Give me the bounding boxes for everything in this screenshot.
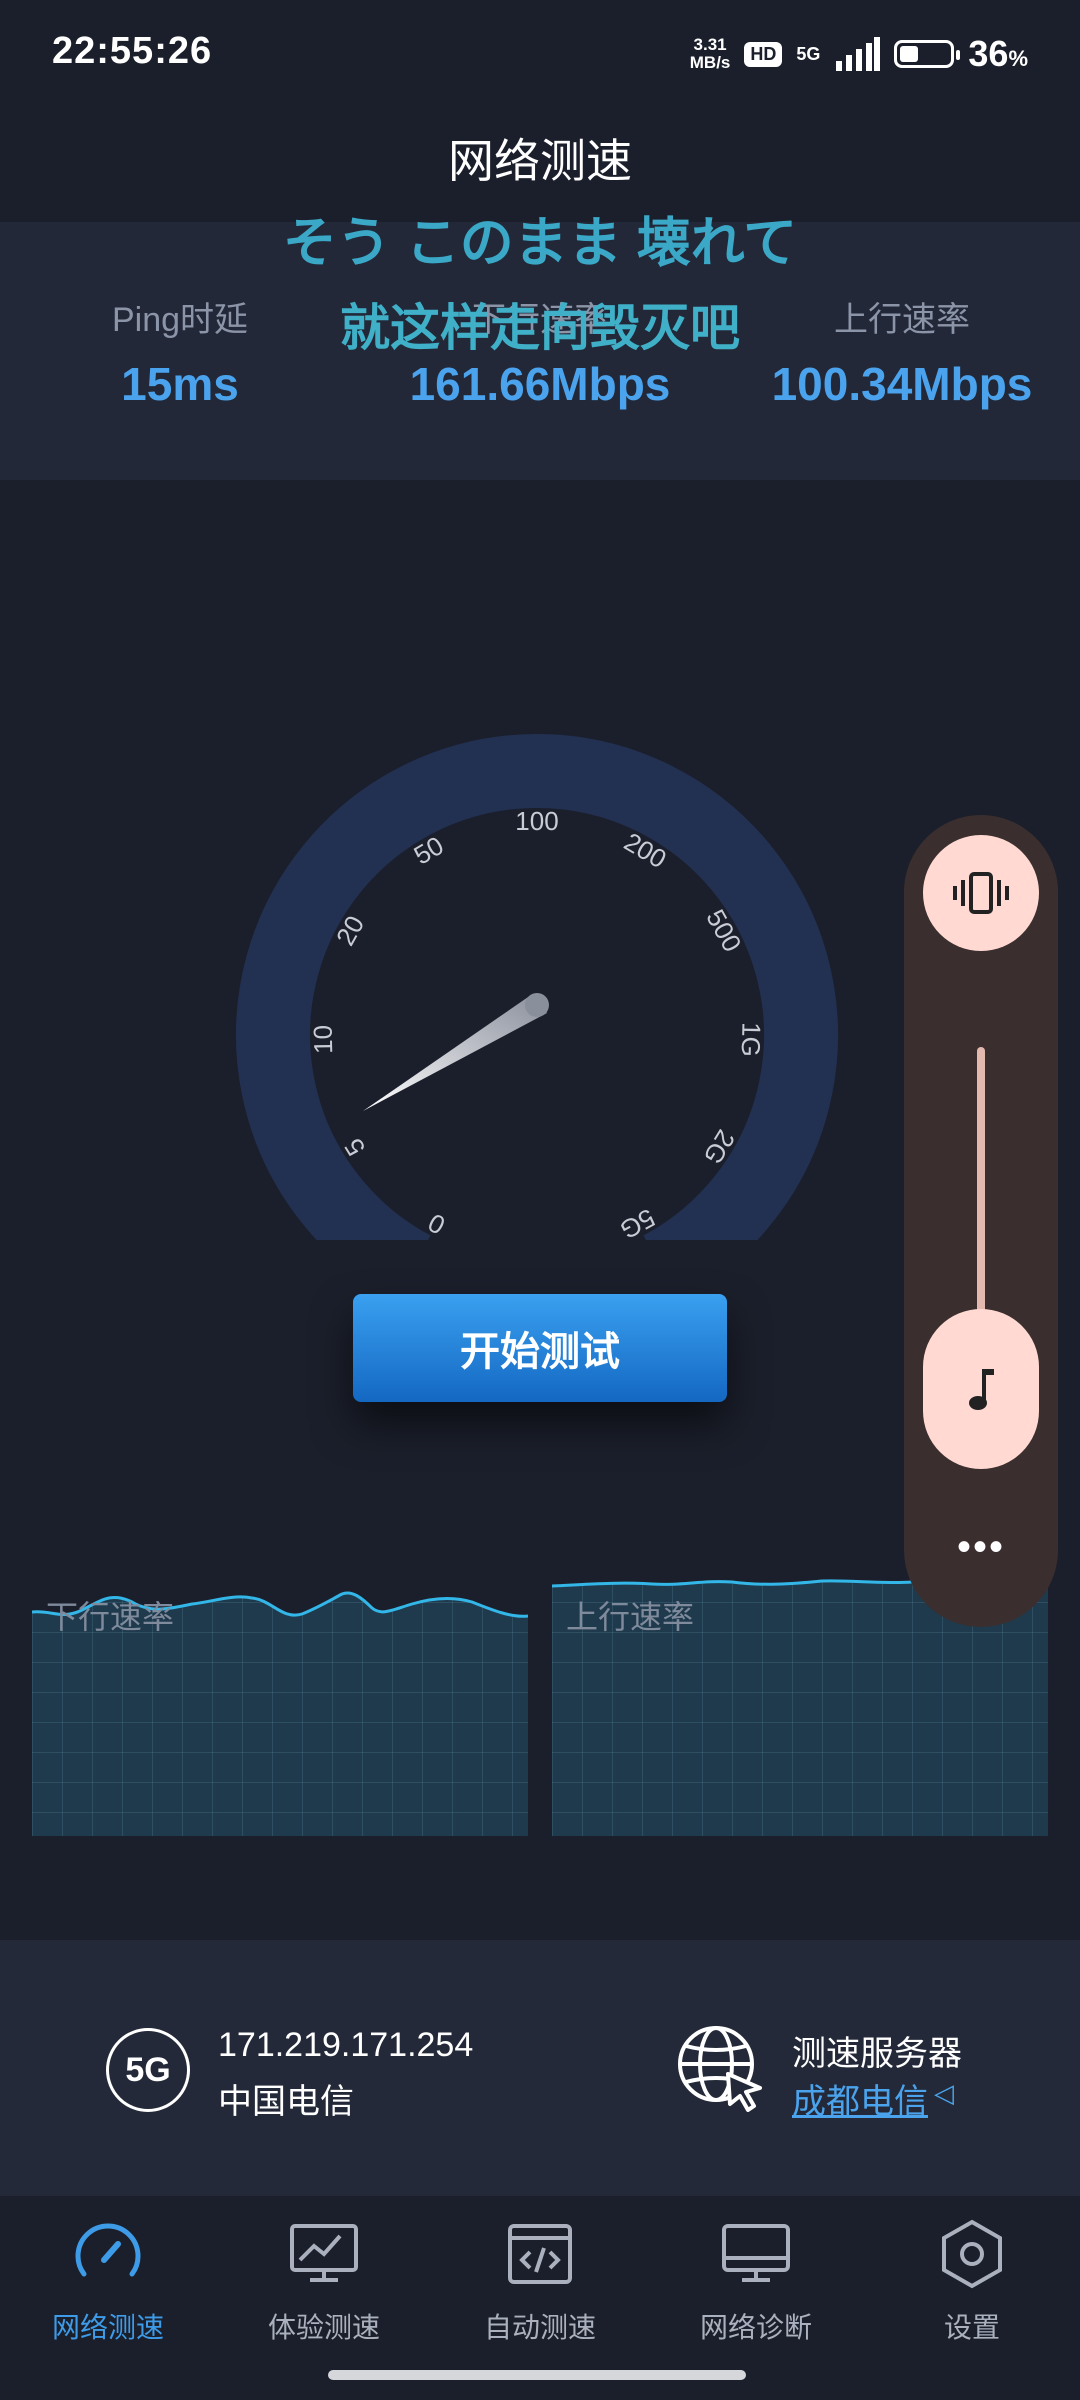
gauge-tick-label: 5 <box>338 1133 371 1161</box>
nav-item-diagnose[interactable]: 网络诊断 <box>648 2214 864 2346</box>
start-test-button[interactable]: 开始测试 <box>353 1294 727 1402</box>
vibrate-icon <box>953 872 1009 914</box>
battery-percent: 36% <box>968 33 1028 74</box>
gauge-tick-label: 10 <box>308 1025 339 1055</box>
chart-monitor-icon <box>290 2224 358 2282</box>
signal-icon <box>836 37 881 71</box>
hd-icon: HD <box>744 41 783 67</box>
volume-panel: ••• <box>904 815 1058 1627</box>
settings-hexagon-icon <box>942 2219 1002 2289</box>
nav-label: 网络测速 <box>51 2312 164 2343</box>
volume-slider-knob[interactable] <box>923 1309 1039 1469</box>
page-title: 网络测速 <box>448 135 632 187</box>
globe-cursor-icon <box>678 2026 762 2112</box>
net-speed-indicator: 3.31 MB/s <box>690 36 731 72</box>
network-type-badge: 5G <box>106 2028 190 2112</box>
upload-graph-label: 上行速率 <box>566 1599 695 1635</box>
gauge-tick-label: 100 <box>515 806 558 836</box>
server-select-link[interactable]: 成都电信 <box>792 2074 928 2123</box>
lyric-overlay-line1: そう このまま 壊れて <box>282 213 798 273</box>
nav-label: 网络诊断 <box>699 2312 812 2343</box>
gauge-tick-label: 1G <box>736 1022 767 1057</box>
server-select-arrow-icon[interactable]: ◁ <box>934 2078 954 2109</box>
speedometer-icon <box>75 2223 141 2277</box>
speed-gauge: 051020501002005001G2G5G <box>236 734 838 1240</box>
gauge-needle-hub <box>525 993 549 1017</box>
music-note-icon <box>969 1369 994 1410</box>
net-speed-unit: MB/s <box>689 53 731 72</box>
home-indicator[interactable] <box>328 2370 746 2380</box>
nav-item-speedtest[interactable]: 网络测速 <box>0 2214 216 2346</box>
code-window-icon <box>508 2224 572 2284</box>
isp-name: 中国电信 <box>218 2083 354 2121</box>
status-icons: 3.31 MB/s HD 5G 36% <box>690 30 1028 78</box>
nav-label: 自动测速 <box>483 2312 596 2343</box>
lyric-overlay-line2: 就这样走向毁灭吧 <box>340 300 740 356</box>
status-time: 22:55:26 <box>52 30 213 72</box>
ip-address: 171.219.171.254 <box>218 2026 474 2064</box>
volume-slider-track[interactable] <box>977 1047 985 1347</box>
volume-more-button[interactable]: ••• <box>904 1525 1058 1570</box>
nav-label: 体验测速 <box>267 2312 380 2343</box>
server-label: 测速服务器 <box>792 2035 962 2073</box>
download-graph-label: 下行速率 <box>46 1599 175 1635</box>
download-value: 161.66Mbps <box>409 358 671 410</box>
nav-item-settings[interactable]: 设置 <box>864 2214 1080 2346</box>
monitor-icon <box>722 2224 790 2282</box>
upload-value: 100.34Mbps <box>771 358 1033 410</box>
battery-icon <box>894 40 961 68</box>
nav-label: 设置 <box>943 2312 1000 2343</box>
gauge-needle <box>363 995 547 1111</box>
nav-item-experience[interactable]: 体验测速 <box>216 2214 432 2346</box>
download-graph: 下行速率 <box>32 1572 528 1836</box>
vibrate-toggle[interactable] <box>923 835 1039 951</box>
gauge-tick-label: 0 <box>423 1207 450 1240</box>
battery-fill <box>900 46 918 62</box>
nav-item-auto[interactable]: 自动测速 <box>432 2214 648 2346</box>
ping-value: 15ms <box>121 358 239 410</box>
net-speed-value: 3.31 <box>693 35 727 54</box>
network-type: 5G <box>796 44 821 64</box>
